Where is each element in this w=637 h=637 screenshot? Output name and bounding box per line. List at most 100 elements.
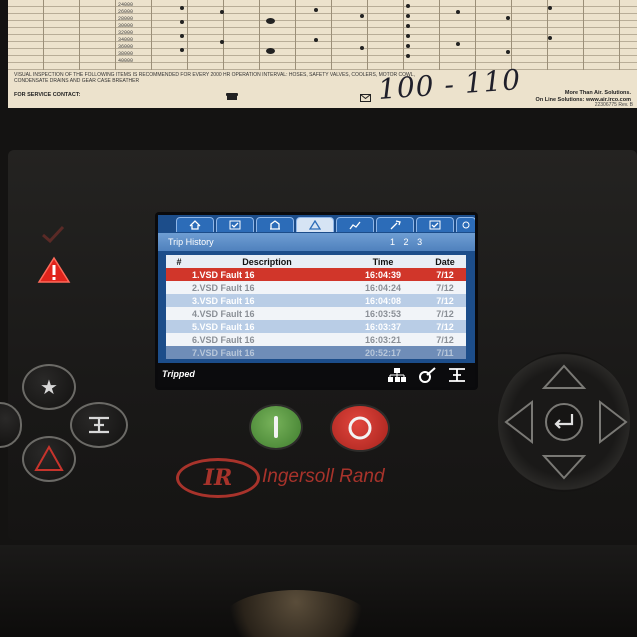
grid-dot xyxy=(406,14,410,18)
enter-button[interactable] xyxy=(545,403,583,441)
alarm-warning-icon xyxy=(37,256,71,283)
table-row[interactable]: 2.VSD Fault 16 16:04:24 7/12 xyxy=(166,281,466,294)
tab-system[interactable] xyxy=(256,217,294,232)
tab-alarms[interactable] xyxy=(296,217,334,232)
row-time: 16:04:24 xyxy=(364,282,402,293)
row-time: 16:04:39 xyxy=(364,269,402,280)
table-row[interactable]: 6.VSD Fault 16 16:03:21 7/12 xyxy=(166,333,466,346)
controller-screen: Trip History 1 2 3 # Description Time Da… xyxy=(158,215,475,387)
tab-status[interactable] xyxy=(216,217,254,232)
trip-history-table: # Description Time Date 1.VSD Fault 16 16… xyxy=(166,255,466,359)
grid-dot xyxy=(314,8,318,12)
grid-dot xyxy=(180,34,184,38)
grid-dot xyxy=(406,4,410,8)
network-icon xyxy=(388,368,406,382)
col-time: Time xyxy=(372,256,394,267)
brand-name: Ingersoll Rand xyxy=(262,466,385,487)
grid-dot xyxy=(406,44,410,48)
arrow-down-icon[interactable] xyxy=(541,455,587,480)
arrow-right-icon[interactable] xyxy=(599,399,628,445)
grid-dot xyxy=(180,48,184,52)
table-row[interactable]: 1.VSD Fault 16 16:04:39 7/12 xyxy=(166,268,466,281)
title-bar: Trip History 1 2 3 xyxy=(158,233,475,251)
row-description: 6.VSD Fault 16 xyxy=(192,334,255,345)
table-row[interactable]: 3.VSD Fault 16 16:04:08 7/12 xyxy=(166,294,466,307)
grid-dot xyxy=(220,10,224,14)
maintenance-chart: 24000 26000 28000 30000 32000 34000 36000 38000… xyxy=(8,0,637,108)
stop-button[interactable] xyxy=(330,404,390,452)
eye-mark xyxy=(266,18,275,24)
row-time: 16:04:08 xyxy=(364,295,402,306)
grid-dot xyxy=(506,16,510,20)
status-icons xyxy=(387,367,467,383)
mail-icon xyxy=(360,94,371,102)
alarm-reset-icon xyxy=(34,444,64,471)
grid-dot xyxy=(180,6,184,10)
screen-title: Trip History xyxy=(168,237,214,247)
arrow-left-icon[interactable] xyxy=(504,399,533,445)
service-contact-label: FOR SERVICE CONTACT: xyxy=(14,92,81,98)
hour-value: 26000 xyxy=(118,9,134,15)
tab-checklist[interactable] xyxy=(416,217,454,232)
checkmark-indicator-icon xyxy=(42,225,65,243)
col-date: Date xyxy=(435,256,455,267)
row-date: 7/12 xyxy=(436,282,454,293)
load-unload-icon xyxy=(89,416,109,434)
hour-value: 38000 xyxy=(118,51,134,57)
row-date: 7/12 xyxy=(436,269,454,280)
hour-value: 40000 xyxy=(118,58,134,64)
row-description: 5.VSD Fault 16 xyxy=(192,321,255,332)
reset-alarm-button[interactable] xyxy=(22,436,76,482)
grid-dot xyxy=(506,50,510,54)
load-unload-button[interactable] xyxy=(70,402,128,448)
check-icon xyxy=(229,220,241,230)
dpad-arrows xyxy=(504,364,628,480)
row-time: 16:03:21 xyxy=(364,334,402,345)
row-time: 20:52:17 xyxy=(364,347,402,358)
checkbox-icon xyxy=(429,220,441,230)
grid-dot xyxy=(360,46,364,50)
pressure-icon xyxy=(449,368,465,382)
grid-dot xyxy=(456,10,460,14)
tab-trends[interactable] xyxy=(336,217,374,232)
page-2[interactable]: 2 xyxy=(404,237,412,247)
grid-dot xyxy=(456,42,460,46)
table-row[interactable]: 7.VSD Fault 16 20:52:17 7/11 xyxy=(166,346,466,359)
tab-maintenance[interactable] xyxy=(376,217,414,232)
brand-logo: IR Ingersoll Rand xyxy=(176,458,416,498)
slogan-line: More Than Air. Solutions. xyxy=(564,90,631,96)
table-row[interactable]: 5.VSD Fault 16 16:03:37 7/12 xyxy=(166,320,466,333)
hour-value: 36000 xyxy=(118,44,134,50)
star-button[interactable]: ★ xyxy=(22,364,76,410)
grid-dot xyxy=(548,36,552,40)
hour-value: 28000 xyxy=(118,16,134,22)
tab-bar xyxy=(176,217,475,233)
row-time: 16:03:53 xyxy=(364,308,402,319)
wrench-icon xyxy=(390,220,401,230)
table-row[interactable]: 4.VSD Fault 16 16:03:53 7/12 xyxy=(166,307,466,320)
grid-dot xyxy=(360,14,364,18)
row-description: 1.VSD Fault 16 xyxy=(192,269,255,280)
table-header: # Description Time Date xyxy=(166,255,466,268)
grid-dot xyxy=(220,40,224,44)
hour-value: 32000 xyxy=(118,30,134,36)
table-body: 1.VSD Fault 16 16:04:39 7/12 2.VSD Fault 16… xyxy=(166,268,466,359)
row-date: 7/11 xyxy=(436,347,454,358)
start-button[interactable] xyxy=(249,404,303,450)
arrow-up-icon[interactable] xyxy=(541,364,587,389)
navigation-pad xyxy=(498,352,630,492)
svg-text:★: ★ xyxy=(40,375,58,399)
page-1[interactable]: 1 xyxy=(390,237,398,247)
settings-icon xyxy=(462,221,470,229)
row-date: 7/12 xyxy=(436,334,454,345)
power-on-icon xyxy=(274,416,278,438)
alarm-tab-icon xyxy=(309,220,321,230)
building-icon xyxy=(270,220,280,230)
form-code: 22306775 Rev. B xyxy=(594,102,633,108)
page-3[interactable]: 3 xyxy=(417,237,425,247)
col-description: Description xyxy=(242,256,292,267)
tab-settings[interactable] xyxy=(456,217,475,232)
tab-home[interactable] xyxy=(176,217,214,232)
phone-icon xyxy=(226,93,238,100)
status-bar: Tripped xyxy=(158,363,475,387)
